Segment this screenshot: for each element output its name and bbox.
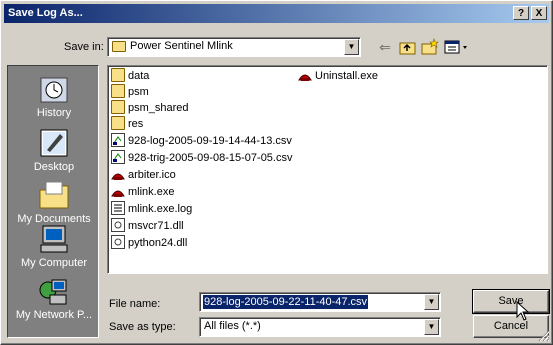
place-my-computer[interactable]: My Computer (8, 224, 100, 269)
folder-icon (111, 116, 125, 130)
file-name: mlink.exe.log (128, 203, 193, 215)
file-name-input[interactable]: 928-log-2005-09-22-11-40-47.csv (203, 295, 369, 309)
desktop-icon (38, 128, 70, 158)
file-name: mlink.exe (128, 186, 175, 198)
history-icon (38, 74, 70, 104)
view-menu-icon (444, 40, 467, 54)
file-name-combobox[interactable]: 928-log-2005-09-22-11-40-47.csv ▼ (199, 292, 441, 312)
csv-file-icon (111, 133, 125, 147)
my-documents-icon (38, 180, 70, 210)
save-as-type-value: All files (*.*) (204, 320, 261, 332)
view-menu-button[interactable] (444, 39, 470, 55)
my-computer-icon (38, 224, 70, 254)
chevron-down-icon[interactable]: ▼ (424, 319, 439, 335)
help-button[interactable]: ? (513, 6, 529, 20)
list-item[interactable]: Uninstall.exe (298, 68, 378, 84)
list-item[interactable]: mlink.exe.log (111, 201, 192, 217)
up-one-level-button[interactable] (399, 39, 417, 55)
folder-icon (111, 84, 125, 98)
place-desktop-label: Desktop (33, 161, 75, 173)
window-title: Save Log As... (8, 7, 83, 19)
place-my-documents[interactable]: My Documents (8, 180, 100, 225)
file-name: psm_shared (128, 102, 189, 114)
list-item[interactable]: psm (111, 84, 149, 100)
folder-icon (111, 100, 125, 114)
place-history[interactable]: History (8, 74, 100, 119)
places-bar: History Desktop My Documents My Computer… (7, 65, 99, 338)
file-name: 928-log-2005-09-19-14-44-13.csv (128, 135, 292, 147)
file-name: res (128, 118, 144, 130)
dll-file-icon (111, 235, 125, 249)
dll-file-icon (111, 218, 125, 232)
list-item[interactable]: arbiter.ico (111, 167, 176, 183)
text-file-icon (111, 201, 125, 215)
save-log-dialog: Save Log As... ? X Save in: Power Sentin… (0, 0, 553, 345)
save-button[interactable]: Save (472, 289, 550, 314)
title-bar[interactable]: Save Log As... ? X (4, 4, 549, 23)
file-name: data (128, 70, 150, 82)
csv-file-icon (111, 150, 125, 164)
place-desktop[interactable]: Desktop (8, 128, 100, 173)
save-in-label: Save in: (64, 41, 104, 53)
place-my-network-places-label: My Network P... (15, 309, 93, 321)
file-name: python24.dll (128, 237, 188, 249)
save-as-type-dropdown[interactable]: All files (*.*) ▼ (199, 317, 441, 337)
file-name: psm (128, 86, 149, 98)
app-icon (298, 68, 312, 82)
chevron-down-icon[interactable]: ▼ (344, 39, 359, 55)
file-name: Uninstall.exe (315, 70, 378, 82)
list-item[interactable]: python24.dll (111, 235, 187, 251)
chevron-down-icon[interactable]: ▼ (424, 294, 439, 310)
back-arrow-icon: ⇐ (379, 39, 391, 55)
list-item[interactable]: mlink.exe (111, 184, 174, 200)
list-item[interactable]: data (111, 68, 149, 84)
resize-grip-icon[interactable] (538, 330, 550, 342)
save-in-dropdown[interactable]: Power Sentinel Mlink ▼ (107, 37, 361, 57)
file-list[interactable]: data psm psm_shared res 928-log-2005-09-… (107, 65, 548, 274)
app-icon (111, 167, 125, 181)
new-folder-button[interactable] (421, 38, 439, 56)
file-name: arbiter.ico (128, 169, 176, 181)
list-item[interactable]: 928-log-2005-09-19-14-44-13.csv (111, 133, 292, 149)
list-item[interactable]: 928-trig-2005-09-08-15-07-05.csv (111, 150, 292, 166)
file-name: 928-trig-2005-09-08-15-07-05.csv (128, 152, 293, 164)
folder-icon (111, 68, 125, 82)
back-button[interactable]: ⇐ (376, 38, 394, 56)
folder-icon (112, 41, 126, 52)
place-my-computer-label: My Computer (20, 257, 88, 269)
list-item[interactable]: psm_shared (111, 100, 189, 116)
cancel-button-label: Cancel (493, 320, 529, 332)
new-folder-icon (421, 38, 439, 55)
my-network-places-icon (38, 276, 70, 306)
file-name-label: File name: (109, 298, 161, 310)
file-name: msvcr71.dll (128, 220, 184, 232)
help-button-label: ? (517, 8, 525, 19)
save-as-type-label: Save as type: (109, 321, 176, 333)
list-item[interactable]: res (111, 116, 143, 132)
save-in-value: Power Sentinel Mlink (130, 40, 233, 52)
place-my-network-places[interactable]: My Network P... (8, 276, 100, 321)
mouse-cursor-icon (516, 301, 530, 321)
list-item[interactable]: msvcr71.dll (111, 218, 184, 234)
close-button-label: X (535, 8, 543, 19)
up-folder-icon (399, 42, 416, 55)
close-button[interactable]: X (531, 6, 547, 20)
place-history-label: History (36, 107, 72, 119)
app-icon (111, 184, 125, 198)
